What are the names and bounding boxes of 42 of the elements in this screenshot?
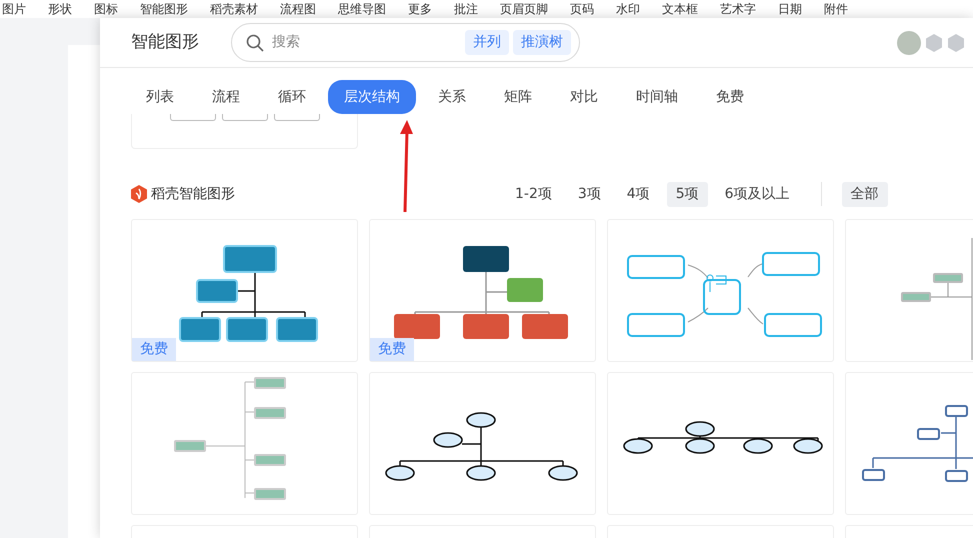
toolbar-item[interactable]: 智能图形 <box>140 0 188 18</box>
category-tab[interactable]: 列表 <box>130 80 190 114</box>
template-card[interactable] <box>607 372 834 515</box>
category-tab[interactable]: 免费 <box>700 80 760 114</box>
filter-chip[interactable]: 1-2项 <box>506 182 561 206</box>
toolbar-item[interactable]: 图标 <box>94 0 118 18</box>
category-tab[interactable]: 矩阵 <box>488 80 548 114</box>
logo-icon <box>131 185 147 203</box>
free-badge: 免费 <box>132 338 176 361</box>
avatar[interactable] <box>897 30 921 54</box>
toolbar-item[interactable]: 形状 <box>48 0 72 18</box>
filter-chip[interactable]: 6项及以上 <box>716 182 799 206</box>
category-tab[interactable]: 层次结构 <box>328 80 416 114</box>
search-icon <box>246 34 264 52</box>
toolbar-item[interactable]: 文本框 <box>662 0 698 18</box>
template-card[interactable] <box>369 372 596 515</box>
toolbar-item[interactable]: 艺术字 <box>720 0 756 18</box>
toolbar-item[interactable]: 流程图 <box>280 0 316 18</box>
free-badge: 免费 <box>370 338 414 361</box>
category-tab[interactable]: 关系 <box>422 80 482 114</box>
toolbar-item[interactable]: 思维导图 <box>338 0 386 18</box>
toolbar-item[interactable]: 图片 <box>2 0 26 18</box>
toolbar-item[interactable]: 批注 <box>454 0 478 18</box>
toolbar-item[interactable]: 更多 <box>408 0 432 18</box>
filter-chip[interactable]: 4项 <box>618 182 659 206</box>
hexagon-icon[interactable] <box>947 32 965 52</box>
section-title: 稻壳智能图形 <box>151 184 236 204</box>
category-tab[interactable]: 循环 <box>262 80 322 114</box>
dialog-title: 智能图形 <box>131 30 200 54</box>
category-tab[interactable]: 时间轴 <box>620 80 694 114</box>
category-tab[interactable]: 对比 <box>554 80 614 114</box>
toolbar-item[interactable]: 页码 <box>570 0 594 18</box>
filter-chip[interactable]: 3项 <box>568 182 610 206</box>
toolbar-item[interactable]: 附件 <box>824 0 848 18</box>
toolbar-item[interactable]: 稻壳素材 <box>210 0 258 18</box>
toolbar-item[interactable]: 水印 <box>616 0 640 18</box>
scope-chip[interactable]: 全部 <box>842 182 888 206</box>
hexagon-icon[interactable] <box>925 32 943 52</box>
filter-chip[interactable]: 5项 <box>666 182 708 206</box>
toolbar-item[interactable]: 日期 <box>778 0 802 18</box>
toolbar-item[interactable]: 页眉页脚 <box>500 0 548 18</box>
category-tab[interactable]: 流程 <box>196 80 256 114</box>
